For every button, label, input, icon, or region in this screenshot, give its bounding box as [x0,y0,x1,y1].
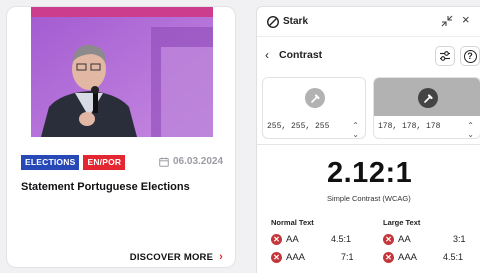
chevron-right-icon: › [219,251,223,263]
required-ratio: 3:1 [453,234,466,244]
publish-date: 06.03.2024 [159,156,223,167]
collapse-icon[interactable] [441,15,453,27]
background-stepper[interactable]: ⌃ ⌄ [467,121,474,138]
fail-icon: ✕ [271,251,282,263]
news-photo [31,7,213,137]
large-aa-row: ✕ AA [383,232,411,246]
divider [257,144,480,145]
panel-titlebar: Stark × [257,7,480,37]
normal-aa-row: ✕ AA [271,232,299,246]
foreground-swatch[interactable]: 255, 255, 255 ⌃ ⌄ [262,77,366,139]
fail-icon: ✕ [271,233,282,245]
tag-list: ELECTIONS EN/POR [21,155,126,170]
required-ratio: 7:1 [341,252,354,262]
discover-more-link[interactable]: DISCOVER MORE › [130,251,223,263]
nav-title[interactable]: Contrast [279,49,322,61]
normal-text-heading: Normal Text [271,218,314,227]
eyedropper-icon[interactable] [418,88,438,108]
stark-logo-icon [267,16,279,28]
required-ratio: 4.5:1 [443,252,464,262]
news-headline[interactable]: Statement Portuguese Elections [21,181,190,193]
screen: ELECTIONS EN/POR 06.03.2024 Statement Po… [0,0,480,273]
tag-language[interactable]: EN/POR [83,155,126,170]
eyedropper-icon[interactable] [305,88,325,108]
background-swatch[interactable]: 178, 178, 178 ⌃ ⌄ [373,77,480,139]
fail-icon: ✕ [383,251,394,263]
close-icon[interactable]: × [462,13,470,27]
large-aaa-row: ✕ AAA [383,250,417,264]
fail-icon: ✕ [383,233,394,245]
settings-button[interactable] [435,46,455,66]
help-button[interactable]: ? [460,46,480,66]
discover-more-label: DISCOVER MORE [129,251,214,263]
normal-aaa-row: ✕ AAA [271,250,305,264]
chevron-left-icon[interactable]: ‹ [265,48,269,62]
background-value[interactable]: 178, 178, 178 [378,122,440,131]
app-title: Stark [283,16,309,27]
level-label: AA [398,233,411,245]
foreground-stepper[interactable]: ⌃ ⌄ [352,121,359,138]
news-card[interactable]: ELECTIONS EN/POR 06.03.2024 Statement Po… [6,6,236,268]
date-text: 06.03.2024 [173,156,224,167]
color-pair: 255, 255, 255 ⌃ ⌄ 178, 178, 178 ⌃ ⌄ [262,77,480,139]
calendar-icon [159,157,169,167]
nav-row: ‹ Contrast ? [257,43,480,69]
contrast-ratio: 2.12:1 [327,157,413,189]
help-icon: ? [463,49,477,63]
level-label: AA [286,233,299,245]
level-label: AAA [286,251,306,263]
foreground-value[interactable]: 255, 255, 255 [267,122,329,131]
large-text-heading: Large Text [383,218,421,227]
required-ratio: 4.5:1 [331,234,352,244]
level-label: AAA [398,251,418,263]
contrast-method-label: Simple Contrast (WCAG) [327,194,411,203]
sliders-icon [440,51,450,61]
stark-panel: Stark × ‹ Contrast ? 255, 255, 255 ⌃ ⌄ 1… [256,6,480,273]
tag-elections[interactable]: ELECTIONS [21,155,80,170]
